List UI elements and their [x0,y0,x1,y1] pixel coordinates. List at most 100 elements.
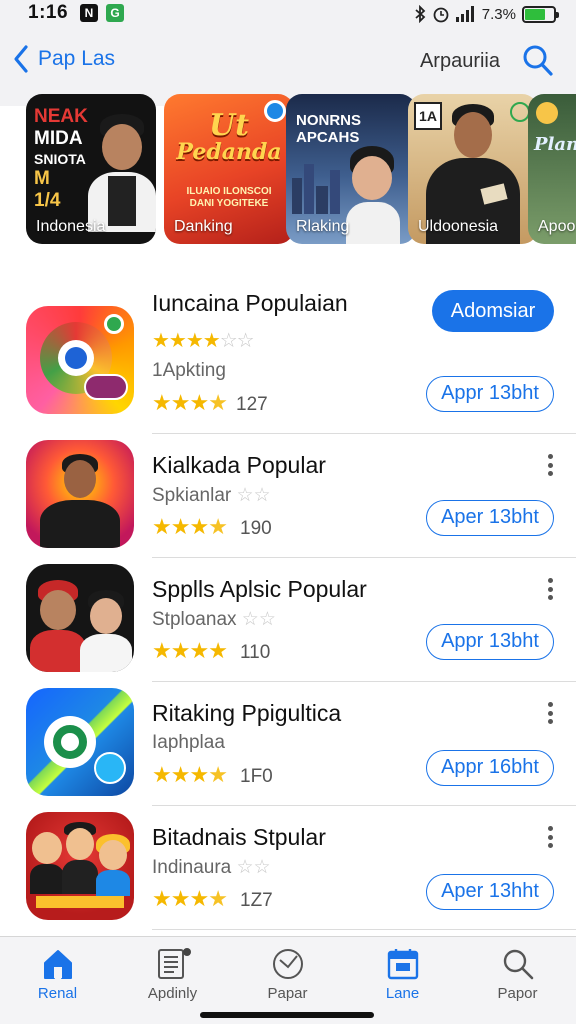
list-item[interactable]: Ritaking Ppigultica Iaphplaa ★★★★ 1F0 Ap… [0,682,576,806]
star-filled-icon: ★ [170,638,191,663]
tab-label: Papor [497,985,538,1002]
header-right-label[interactable]: Arpauriia [420,50,500,73]
more-options-button[interactable] [544,454,556,476]
featured-card[interactable]: NONRNS APCAHS Rlaking [286,94,416,244]
tab-label: Apdinly [147,985,198,1002]
back-label: Pap Las [38,47,116,70]
tab-bar: Renal Apdinly Papar Lane Papor [0,936,576,1024]
star-half-icon: ★ [208,514,228,539]
app-name: Spplls Aplsic Popular [152,576,367,602]
tab-renal[interactable]: Renal [0,947,115,1002]
app-name: Ritaking Ppigultica [152,700,342,726]
primary-action-button[interactable]: Adomsiar [432,290,554,332]
battery-percent: 7.3% [481,5,516,23]
rating-stars-secondary: ★★★★☆☆ [152,330,255,352]
featured-card[interactable]: 1A Uldoonesia [408,94,538,244]
notification-n-icon: N [80,4,98,22]
get-button[interactable]: Aper 13bht [426,500,554,536]
bluetooth-icon [415,5,426,23]
rating-count: 127 [236,394,268,415]
star-filled-icon: ★ [189,514,209,539]
get-button[interactable]: Appr 16bht [426,750,554,786]
star-filled-icon: ★ [170,514,191,539]
app-subtitle: Iaphplaa [152,732,225,753]
star-filled-icon: ★ [152,638,172,663]
featured-caption: Apoo [538,218,576,235]
status-bar: 1:16 N G 7.3% [0,0,576,30]
chevron-left-icon [14,45,28,73]
status-icons: 7.3% [414,4,559,24]
document-icon [157,948,191,979]
home-indicator [200,1012,374,1018]
tab-papor[interactable]: Papor [460,947,575,1002]
app-icon [26,440,134,548]
search-icon [523,45,553,76]
star-filled-icon: ★ [152,514,172,539]
featured-caption: Uldoonesia [418,218,499,235]
back-button[interactable]: Pap Las [12,44,115,74]
rating-count: 1F0 [240,766,273,787]
get-button[interactable]: Appr 13bht [426,376,554,412]
featured-carousel[interactable]: NEAK MIDA SNIOTA M 1/4 Indonesia Ut Peda… [0,94,576,246]
tab-label: Renal [37,985,78,1002]
app-subtitle: 1Apkting [152,360,226,381]
rating-stars: ★★★★ [152,514,228,540]
rating-count: 110 [240,642,271,663]
featured-caption: Indonesia [36,218,106,235]
more-options-button[interactable] [544,578,556,600]
app-icon [26,812,134,920]
star-filled-icon: ★ [189,390,209,415]
more-options-button[interactable] [544,826,556,848]
more-options-button[interactable] [544,702,556,724]
featured-headline: NONRNS APCAHS [296,112,362,146]
app-subtitle: Indinaura ☆☆ [152,857,271,878]
star-half-icon: ★ [208,886,228,911]
tab-label: Lane [385,985,420,1002]
app-name: Kialkada Popular [152,452,326,478]
rating-count: 190 [240,518,272,539]
star-filled-icon: ★ [189,886,209,911]
featured-headline: NEAK MIDA SNIOTA M 1/4 [34,106,88,211]
signal-icon [455,6,474,22]
star-filled-icon: ★ [170,886,191,911]
clock-icon [272,949,303,979]
app-subtitle: Spkianlar ☆☆ [152,485,271,506]
person-photo [342,146,402,244]
app-icon [26,688,134,796]
header-search-button[interactable] [522,44,554,83]
list-item[interactable]: Bitadnais Stpular Indinaura ☆☆ ★★★★ 1Z7 … [0,806,576,930]
star-filled-icon: ★ [170,762,191,787]
featured-card[interactable]: Plana Apoo [528,94,576,244]
featured-headline: Plana [534,134,576,155]
battery-icon [522,5,559,23]
featured-caption: Rlaking [296,218,350,235]
tab-label: Papar [267,985,308,1002]
list-item[interactable]: Iuncaina Populaian ★★★★☆☆ 1Apkting ★★★★ … [0,284,576,434]
alarm-icon [433,7,449,23]
star-filled-icon: ★ [152,886,172,911]
app-icon [26,564,134,672]
battery-level [525,8,546,20]
list-item[interactable]: Spplls Aplsic Popular Stploanax ☆☆ ★★★★ … [0,558,576,682]
tab-papar[interactable]: Papar [230,947,345,1002]
badge-icon [536,102,558,124]
star-filled-icon: ★ [208,638,228,663]
person-photo [88,114,156,232]
list-item[interactable]: Kialkada Popular Spkianlar ☆☆ ★★★★ 190 A… [0,434,576,558]
featured-card[interactable]: NEAK MIDA SNIOTA M 1/4 Indonesia [26,94,156,244]
featured-card[interactable]: Ut Pedanda ILUAIO ILONSCOI DANI YOGITEKE… [164,94,294,244]
calendar-icon [387,949,418,980]
get-button[interactable]: Appr 13bht [426,624,554,660]
star-half-icon: ★ [208,390,228,415]
status-time: 1:16 [28,2,69,23]
featured-caption: Danking [174,218,233,235]
tab-lane[interactable]: Lane [345,947,460,1002]
featured-subline: ILUAIO ILONSCOI DANI YOGITEKE [186,186,272,209]
search-icon [503,949,533,980]
get-button[interactable]: Aper 13hht [426,874,554,910]
home-icon [43,950,72,979]
notification-green-icon: G [106,4,124,22]
star-filled-icon: ★ [170,390,191,415]
tab-apdinly[interactable]: Apdinly [115,947,230,1002]
star-half-icon: ★ [208,762,228,787]
